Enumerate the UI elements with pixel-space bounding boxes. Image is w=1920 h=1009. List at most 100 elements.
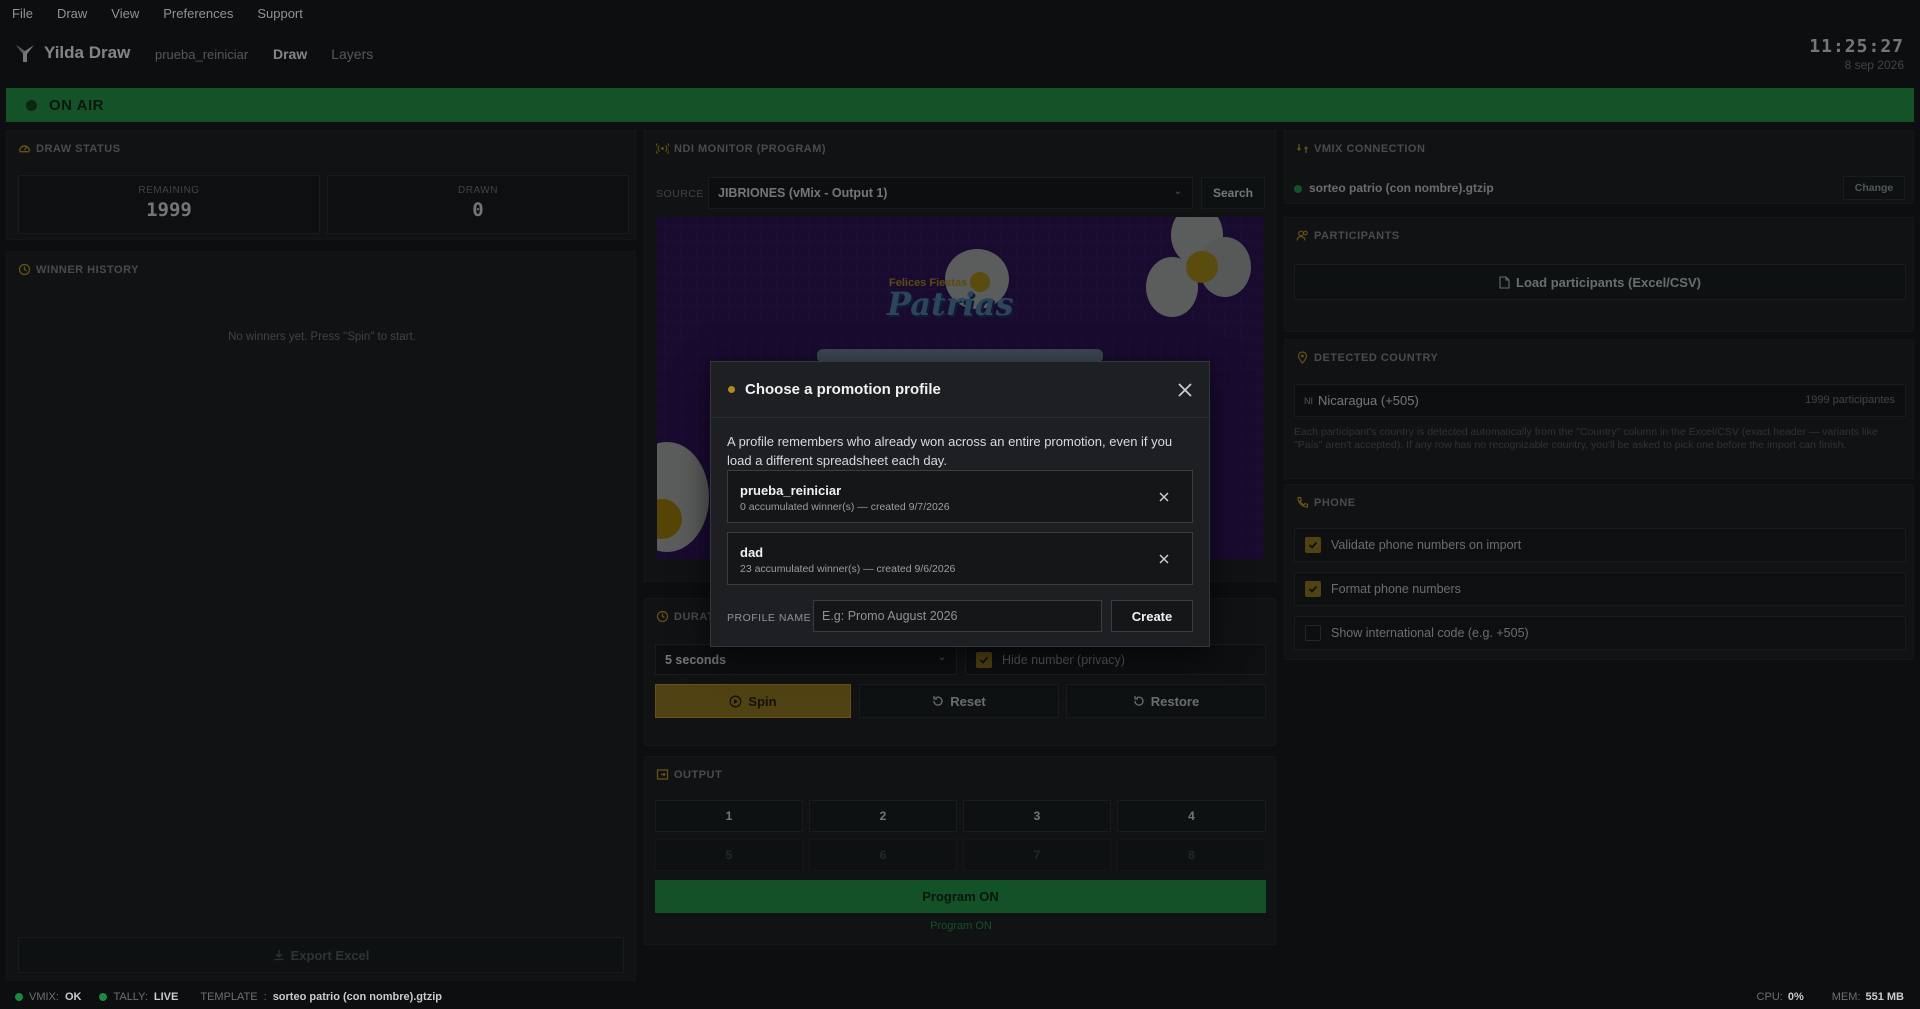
- restore-button[interactable]: Restore: [1066, 684, 1266, 718]
- ndi-monitor-title: NDI monitor (program): [656, 142, 826, 155]
- phone-title: Phone: [1296, 496, 1356, 509]
- menu-view[interactable]: View: [111, 6, 139, 21]
- format-phone-label: Format phone numbers: [1331, 582, 1461, 596]
- dialog-header: Choose a promotion profile: [711, 362, 1209, 418]
- change-vmix-button[interactable]: Change: [1843, 176, 1905, 200]
- drawn-value: 0: [472, 199, 484, 221]
- create-profile-button[interactable]: Create: [1111, 600, 1193, 632]
- program-on-button[interactable]: Program ON: [655, 880, 1266, 913]
- participants-panel: Participants Load participants (Excel/CS…: [1284, 217, 1914, 332]
- logo-icon: [16, 45, 34, 62]
- duration-title-text: Durat: [674, 610, 715, 623]
- duration-select-value: 5 seconds: [665, 652, 727, 667]
- menu-file[interactable]: File: [12, 6, 33, 21]
- dialog-title: Choose a promotion profile: [745, 381, 941, 398]
- source-select[interactable]: JIBRIONES (vMix - Output 1) ⌄: [708, 177, 1193, 209]
- delete-profile-icon[interactable]: [1156, 489, 1172, 505]
- close-icon[interactable]: [1174, 379, 1196, 401]
- export-excel-button[interactable]: Export Excel: [18, 937, 624, 973]
- profile-item-name: dad: [740, 545, 764, 560]
- current-profile-name[interactable]: prueba_reiniciar: [155, 47, 248, 62]
- delete-profile-icon[interactable]: [1156, 551, 1172, 567]
- participants-title-text: Participants: [1314, 229, 1400, 242]
- international-code-toggle[interactable]: Show international code (e.g. +505): [1294, 616, 1906, 650]
- participant-count: 1999 participantes: [1805, 394, 1895, 406]
- history-icon: [18, 263, 31, 276]
- phone-title-text: Phone: [1314, 496, 1356, 509]
- output-button-label: 7: [1033, 848, 1041, 862]
- output-button-1[interactable]: 1: [655, 800, 803, 832]
- connection-status-dot: [1294, 185, 1302, 193]
- play-circle-icon: [729, 695, 742, 707]
- reset-button[interactable]: Reset: [859, 684, 1059, 718]
- users-icon: [1296, 230, 1308, 241]
- reset-label: Reset: [950, 693, 986, 709]
- on-air-label: ON AIR: [49, 96, 104, 114]
- output-panel: Output 1 2 3 4 5 6 7 8 Program ON Progra…: [644, 756, 1276, 945]
- tab-draw[interactable]: Draw: [273, 46, 307, 62]
- menu-preferences[interactable]: Preferences: [163, 6, 233, 21]
- winner-history-title-text: Winner history: [36, 263, 139, 276]
- clock: 11:25:27 8 sep 2026: [1809, 36, 1904, 72]
- duration-title: Durat: [656, 610, 714, 623]
- profile-item-meta: 23 accumulated winner(s) — created 9/6/2…: [740, 563, 956, 575]
- validate-phone-toggle[interactable]: Validate phone numbers on import: [1294, 528, 1906, 562]
- output-button-2[interactable]: 2: [809, 800, 957, 832]
- source-label: SOURCE: [656, 188, 704, 200]
- source-select-value: JIBRIONES (vMix - Output 1): [718, 186, 888, 200]
- profile-item[interactable]: prueba_reiniciar 0 accumulated winner(s)…: [727, 470, 1193, 523]
- chevron-down-icon: ⌄: [937, 652, 946, 663]
- tally-status-dot: [99, 993, 108, 1001]
- checkbox-checked-icon: [976, 651, 992, 668]
- validate-phone-label: Validate phone numbers on import: [1331, 538, 1522, 552]
- change-label: Change: [1854, 182, 1894, 194]
- vmix-connection-title: vMix connection: [1296, 142, 1425, 155]
- tally-status-value: LIVE: [153, 991, 179, 1003]
- status-bar: VMIX: OK TALLY: LIVE TEMPLATE : sorteo p…: [0, 985, 1920, 1009]
- output-title-text: Output: [674, 768, 723, 781]
- country-field[interactable]: NI Nicaragua (+505) 1999 participantes: [1294, 384, 1906, 417]
- output-button-4[interactable]: 4: [1117, 800, 1266, 832]
- output-button-7[interactable]: 7: [963, 839, 1111, 871]
- hide-number-toggle[interactable]: Hide number (privacy): [965, 644, 1266, 675]
- profile-item-meta: 0 accumulated winner(s) — created 9/7/20…: [740, 501, 950, 513]
- checkbox-checked-icon: [1305, 581, 1321, 597]
- cpu-label: CPU:: [1756, 991, 1783, 1003]
- profile-name-input[interactable]: [813, 600, 1102, 632]
- output-icon: [656, 769, 669, 780]
- output-button-5[interactable]: 5: [655, 839, 803, 871]
- output-button-label: 3: [1033, 809, 1041, 823]
- vmix-status-value: OK: [64, 991, 82, 1003]
- clock-date: 8 sep 2026: [1844, 58, 1904, 72]
- spin-label: Spin: [748, 693, 777, 709]
- clock-icon: [656, 610, 669, 623]
- draw-status-panel: Draw status REMAINING 1999 DRAWN 0: [6, 130, 636, 240]
- format-phone-toggle[interactable]: Format phone numbers: [1294, 572, 1906, 606]
- duration-select[interactable]: 5 seconds ⌄: [655, 644, 957, 675]
- app-header: Yilda Draw prueba_reiniciar Draw Layers …: [0, 30, 1920, 80]
- promotion-profile-dialog: Choose a promotion profile A profile rem…: [710, 361, 1210, 647]
- dialog-dot-icon: [728, 386, 735, 393]
- ndi-monitor-title-text: NDI monitor (program): [674, 142, 827, 155]
- profile-item[interactable]: dad 23 accumulated winner(s) — created 9…: [727, 532, 1193, 585]
- app-logo: Yilda Draw: [14, 42, 130, 64]
- download-icon: [274, 950, 284, 961]
- menu-support[interactable]: Support: [257, 6, 303, 21]
- output-button-label: 8: [1188, 848, 1195, 862]
- reset-icon: [933, 696, 943, 706]
- output-button-3[interactable]: 3: [963, 800, 1111, 832]
- winner-history-empty: No winners yet. Press "Spin" to start.: [228, 331, 416, 343]
- spin-button[interactable]: Spin: [655, 684, 851, 718]
- output-button-6[interactable]: 6: [809, 839, 957, 871]
- search-source-button[interactable]: Search: [1201, 177, 1265, 209]
- output-button-8[interactable]: 8: [1117, 839, 1266, 871]
- output-button-label: 6: [879, 848, 887, 862]
- menu-draw[interactable]: Draw: [57, 6, 87, 21]
- tab-layers[interactable]: Layers: [331, 46, 373, 62]
- tally-status-label: TALLY:: [113, 991, 148, 1003]
- template-separator: :: [263, 991, 267, 1003]
- cpu-value: 0%: [1787, 991, 1804, 1003]
- dialog-description: A profile remembers who already won acro…: [727, 434, 1173, 468]
- gauge-icon: [18, 145, 31, 153]
- load-participants-button[interactable]: Load participants (Excel/CSV): [1294, 264, 1906, 300]
